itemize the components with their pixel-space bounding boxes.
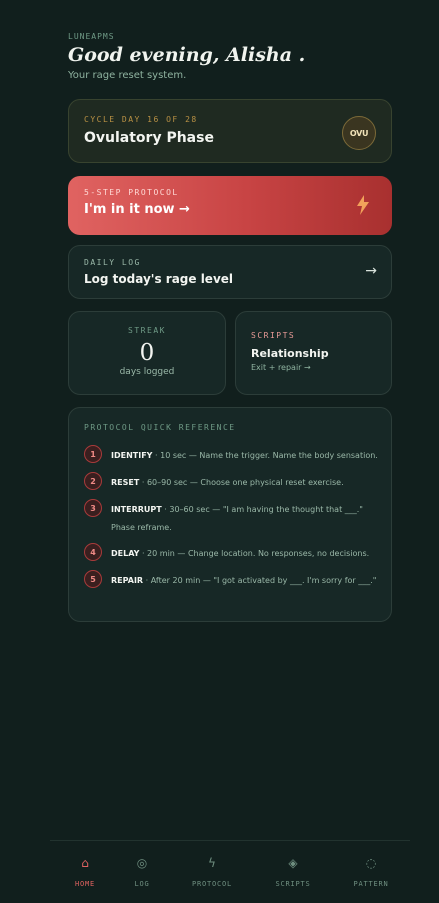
step-description: · After 20 min — "I got activated by ___… [143,576,377,585]
nav-label-pattern: PATTERN [353,880,389,888]
nav-item-pattern[interactable]: ◌ PATTERN [336,841,406,903]
streak-label: STREAK [128,326,166,335]
scripts-sub: Exit + repair → [251,363,311,372]
quick-reference-label: PROTOCOL QUICK REFERENCE [84,423,236,432]
app-label: LUNEAPMS [68,32,115,41]
nav-label-log: LOG [134,880,150,888]
step-number: 3 [84,499,102,517]
step-name: IDENTIFY [111,451,153,460]
nav-label-scripts: SCRIPTS [275,880,311,888]
tagline: Your rage reset system. [68,70,187,81]
daily-log-label: DAILY LOG [84,258,141,267]
bolt-icon [357,195,369,215]
greeting-title: Good evening, Alisha . [68,44,306,66]
step-name: INTERRUPT [111,505,162,514]
protocol-icon: ϟ [208,856,216,870]
daily-log-card[interactable]: DAILY LOG Log today's rage level → [68,245,392,299]
protocol-label: 5-STEP PROTOCOL [84,188,179,197]
nav-item-protocol[interactable]: ϟ PROTOCOL [177,841,247,903]
step-name: DELAY [111,549,140,558]
scripts-card[interactable]: SCRIPTS Relationship Exit + repair → [235,311,392,395]
quick-reference-card: PROTOCOL QUICK REFERENCE 1 IDENTIFY · 10… [68,407,392,622]
scripts-title: Relationship [251,347,329,360]
step-description: · 10 sec — Name the trigger. Name the bo… [152,451,378,460]
log-icon: ◎ [136,856,148,870]
step-name: RESET [111,478,140,487]
streak-card: STREAK 0 days logged [68,311,226,395]
step-number: 5 [84,570,102,588]
step-description: · 20 min — Change location. No responses… [139,549,370,558]
cycle-day-label: CYCLE DAY 16 OF 28 [84,115,198,124]
nav-item-scripts[interactable]: ◈ SCRIPTS [258,841,328,903]
pattern-icon: ◌ [365,856,377,870]
scripts-label: SCRIPTS [251,331,296,340]
step-name: REPAIR [111,576,144,585]
cycle-phase-title: Ovulatory Phase [84,130,214,146]
nav-item-log[interactable]: ◎ LOG [107,841,177,903]
phase-badge: OVU [342,116,376,150]
streak-sub: days logged [119,367,175,377]
protocol-title: I'm in it now → [84,202,190,217]
step-number: 1 [84,445,102,463]
daily-log-title: Log today's rage level [84,272,234,286]
nav-label-protocol: PROTOCOL [191,880,233,888]
scripts-icon: ◈ [288,856,298,870]
step-description: · 60–90 sec — Choose one physical reset … [139,478,344,487]
arrow-right-icon: → [365,263,377,279]
step-number: 2 [84,472,102,490]
streak-value: 0 [139,340,155,366]
cycle-card[interactable]: CYCLE DAY 16 OF 28 Ovulatory Phase OVU [68,99,392,163]
step-number: 4 [84,543,102,561]
bottom-nav: ⌂ HOME ◎ LOG ϟ PROTOCOL ◈ SCRIPTS ◌ PATT… [50,840,410,903]
protocol-card[interactable]: 5-STEP PROTOCOL I'm in it now → [68,176,392,235]
